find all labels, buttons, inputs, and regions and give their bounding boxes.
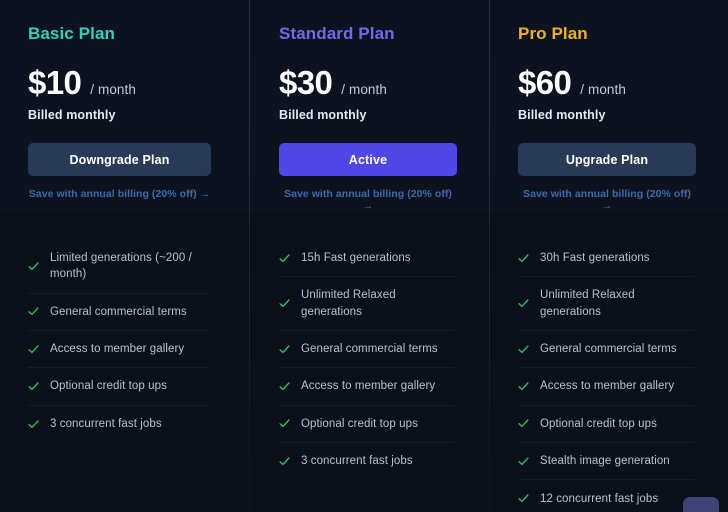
plan-price-row-basic: $10 / month — [28, 66, 211, 99]
plan-price-standard: $30 — [279, 64, 333, 101]
feature-row: General commercial terms — [279, 331, 455, 369]
feature-label: Access to member gallery — [50, 342, 185, 355]
check-icon — [28, 381, 39, 392]
feature-row: 3 concurrent fast jobs — [28, 406, 209, 443]
plan-period-pro: / month — [580, 82, 626, 97]
feature-row: 15h Fast generations — [279, 240, 455, 278]
plan-cta-standard[interactable]: Active — [279, 143, 457, 176]
feature-label: 15h Fast generations — [301, 252, 411, 264]
feature-row: Unlimited Relaxed generations — [518, 277, 694, 331]
plan-billing-note-basic: Billed monthly — [28, 108, 116, 122]
feature-row: General commercial terms — [28, 294, 209, 331]
plan-title-basic: Basic Plan — [28, 24, 115, 43]
check-icon — [28, 306, 39, 317]
feature-row: Optional credit top ups — [279, 406, 455, 443]
plan-billing-note-standard: Billed monthly — [279, 108, 367, 122]
plan-cta-basic[interactable]: Downgrade Plan — [28, 143, 211, 176]
pricing-plans-grid: Basic Plan $10 / month Billed monthly Downgr… — [0, 0, 728, 512]
feature-label: Limited generations (~200 / month) — [50, 252, 192, 281]
plan-card-basic: Basic Plan $10 / month Billed monthly Downgr… — [0, 0, 249, 512]
annual-billing-link-standard[interactable]: Save with annual billing (20% off) → — [279, 188, 457, 212]
feature-row: Limited generations (~200 / month) — [28, 240, 209, 294]
feature-row: Optional credit top ups — [28, 368, 209, 406]
plan-period-basic: / month — [90, 82, 136, 97]
plan-features-standard: 15h Fast generations Unlimited Relaxed ge… — [249, 214, 489, 512]
feature-label: 12 concurrent fast jobs — [540, 492, 659, 505]
collapse-handle-button[interactable] — [683, 497, 719, 512]
check-icon — [279, 253, 290, 264]
feature-row: 30h Fast generations — [518, 240, 694, 278]
plan-billing-note-pro: Billed monthly — [518, 108, 606, 122]
check-icon — [518, 344, 529, 355]
feature-label: 3 concurrent fast jobs — [50, 417, 162, 430]
feature-label: General commercial terms — [540, 342, 677, 355]
feature-label: Unlimited Relaxed generations — [540, 289, 635, 318]
feature-row: Access to member gallery — [518, 368, 694, 406]
feature-row: 12 concurrent fast jobs — [518, 480, 694, 512]
feature-label: Optional credit top ups — [50, 380, 167, 393]
feature-row: 3 concurrent fast jobs — [279, 443, 455, 480]
feature-label: Unlimited Relaxed generations — [301, 289, 396, 318]
check-icon — [279, 344, 290, 355]
plan-price-basic: $10 — [28, 64, 82, 101]
plan-card-standard: Standard Plan $30 / month Billed monthly Act… — [249, 0, 489, 512]
plan-cta-pro[interactable]: Upgrade Plan — [518, 143, 696, 176]
feature-label: Optional credit top ups — [301, 417, 418, 430]
plan-price-row-pro: $60 / month — [518, 66, 696, 99]
plan-price-pro: $60 — [518, 64, 572, 101]
plan-header-pro: Pro Plan $60 / month Billed monthly Upgrade … — [489, 0, 728, 214]
feature-row: Unlimited Relaxed generations — [279, 277, 455, 331]
plan-features-pro: 30h Fast generations Unlimited Relaxed ge… — [489, 214, 728, 512]
plan-header-standard: Standard Plan $30 / month Billed monthly Act… — [249, 0, 489, 214]
feature-row: Access to member gallery — [28, 331, 209, 369]
plan-title-pro: Pro Plan — [518, 24, 588, 43]
check-icon — [279, 418, 290, 429]
plan-price-row-standard: $30 / month — [279, 66, 457, 99]
plan-features-basic: Limited generations (~200 / month) Genera… — [0, 214, 249, 512]
check-icon — [279, 298, 290, 309]
feature-label: 3 concurrent fast jobs — [301, 455, 413, 468]
feature-label: General commercial terms — [50, 305, 187, 318]
check-icon — [518, 418, 529, 429]
feature-label: Access to member gallery — [540, 380, 675, 393]
check-icon — [518, 456, 529, 467]
check-icon — [279, 456, 290, 467]
feature-label: Optional credit top ups — [540, 417, 657, 430]
feature-row: Stealth image generation — [518, 443, 694, 481]
check-icon — [518, 253, 529, 264]
check-icon — [518, 381, 529, 392]
plan-header-basic: Basic Plan $10 / month Billed monthly Downgr… — [0, 0, 249, 214]
feature-label: Stealth image generation — [540, 454, 670, 467]
plan-card-pro: Pro Plan $60 / month Billed monthly Upgrade … — [489, 0, 728, 512]
annual-billing-link-pro[interactable]: Save with annual billing (20% off) → — [518, 188, 696, 212]
check-icon — [279, 381, 290, 392]
feature-label: General commercial terms — [301, 342, 438, 355]
check-icon — [28, 419, 39, 430]
feature-row: General commercial terms — [518, 331, 694, 369]
check-icon — [28, 261, 39, 272]
plan-title-standard: Standard Plan — [279, 24, 395, 43]
check-icon — [518, 493, 529, 504]
feature-label: 30h Fast generations — [540, 252, 650, 264]
feature-label: Access to member gallery — [301, 380, 436, 393]
annual-billing-link-basic[interactable]: Save with annual billing (20% off) → — [28, 188, 211, 200]
plan-period-standard: / month — [341, 82, 387, 97]
check-icon — [518, 298, 529, 309]
feature-row: Access to member gallery — [279, 368, 455, 406]
feature-row: Optional credit top ups — [518, 406, 694, 443]
check-icon — [28, 344, 39, 355]
